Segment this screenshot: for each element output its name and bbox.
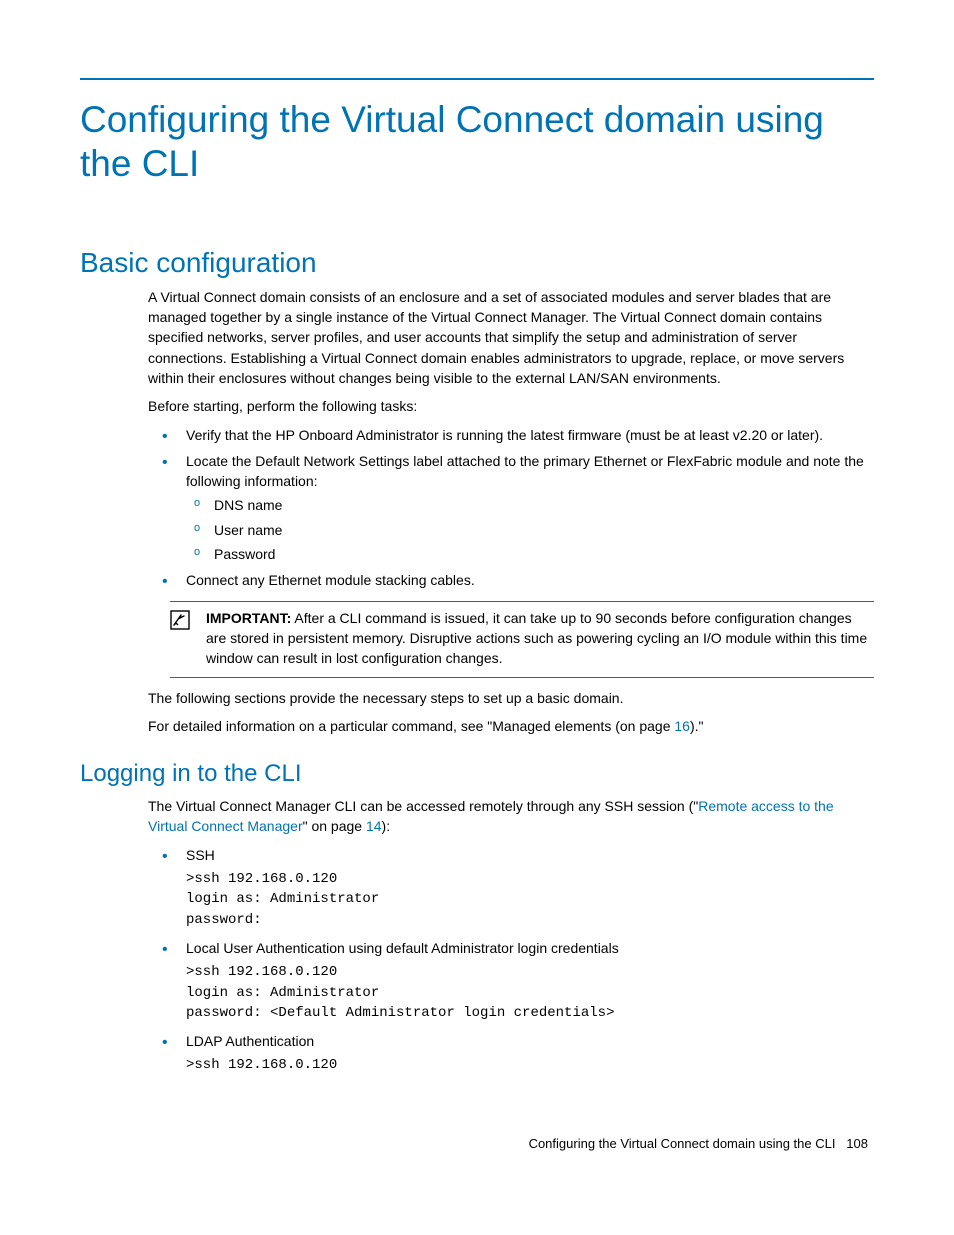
code-block-ssh: >ssh 192.168.0.120 login as: Administrat… [186,869,874,930]
important-body: After a CLI command is issued, it can ta… [206,610,867,667]
auth-list: SSH >ssh 192.168.0.120 login as: Adminis… [148,845,874,1076]
text-fragment: The Virtual Connect Manager CLI can be a… [148,798,698,814]
code-block-local-auth: >ssh 192.168.0.120 login as: Administrat… [186,962,874,1023]
paragraph-detailed-info: For detailed information on a particular… [148,716,874,736]
paragraph-before-starting: Before starting, perform the following t… [148,396,874,416]
document-page: Configuring the Virtual Connect domain u… [0,0,954,1191]
list-item-label: LDAP Authentication [186,1033,314,1049]
task-list: Verify that the HP Onboard Administrator… [148,425,874,591]
sub-list: DNS name User name Password [186,495,874,564]
body-content-2: The Virtual Connect Manager CLI can be a… [148,796,874,1076]
sub-list-item: User name [186,520,874,540]
page-link-16[interactable]: 16 [674,718,690,734]
important-icon [170,608,200,669]
list-item: Local User Authentication using default … [148,938,874,1023]
section-logging-in: Logging in to the CLI [80,760,874,788]
important-note: IMPORTANT: After a CLI command is issued… [170,601,874,678]
page-footer: Configuring the Virtual Connect domain u… [80,1136,874,1151]
title-rule [80,78,874,80]
body-content: A Virtual Connect domain consists of an … [148,287,874,736]
paragraph-intro: A Virtual Connect domain consists of an … [148,287,874,388]
page-link-14[interactable]: 14 [366,818,382,834]
section-basic-configuration: Basic configuration [80,247,874,279]
text-fragment: " on page [303,818,366,834]
important-label: IMPORTANT: [206,610,291,626]
list-item: LDAP Authentication >ssh 192.168.0.120 [148,1031,874,1076]
sub-list-item: Password [186,544,874,564]
list-item: Locate the Default Network Settings labe… [148,451,874,564]
list-item-text: Locate the Default Network Settings labe… [186,453,864,489]
footer-page-number: 108 [846,1136,868,1151]
paragraph-following-sections: The following sections provide the neces… [148,688,874,708]
code-block-ldap: >ssh 192.168.0.120 [186,1055,874,1075]
paragraph-cli-access: The Virtual Connect Manager CLI can be a… [148,796,874,837]
sub-list-item: DNS name [186,495,874,515]
list-item: Connect any Ethernet module stacking cab… [148,570,874,590]
page-title: Configuring the Virtual Connect domain u… [80,98,874,187]
important-text: IMPORTANT: After a CLI command is issued… [200,608,874,669]
footer-title: Configuring the Virtual Connect domain u… [529,1136,836,1151]
text-fragment: ): [382,818,391,834]
list-item: Verify that the HP Onboard Administrator… [148,425,874,445]
list-item-label: Local User Authentication using default … [186,940,619,956]
list-item: SSH >ssh 192.168.0.120 login as: Adminis… [148,845,874,930]
list-item-label: SSH [186,847,215,863]
text-fragment: For detailed information on a particular… [148,718,674,734]
text-fragment: )." [690,718,704,734]
